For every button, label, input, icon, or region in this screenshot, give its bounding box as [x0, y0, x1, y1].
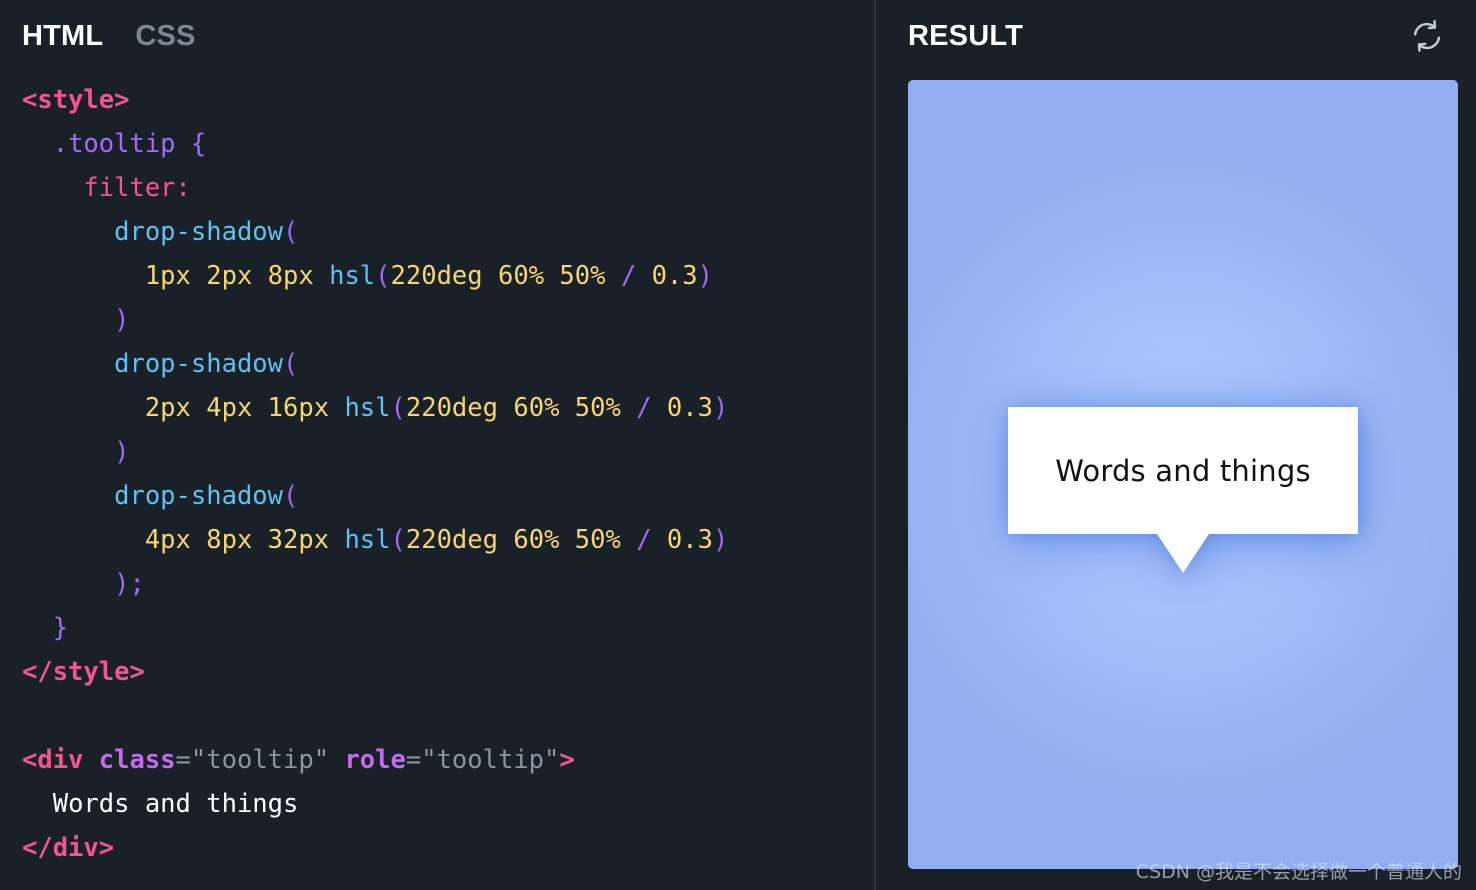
token-slash-3: /	[636, 525, 652, 555]
token-style-close-tag: </style>	[22, 657, 145, 687]
token-semicolon: ;	[129, 569, 145, 599]
refresh-button[interactable]	[1408, 17, 1446, 55]
token-slash-2: /	[636, 393, 652, 423]
token-hsl-2: hsl	[344, 393, 391, 423]
token-hsl-paren-close-2: )	[712, 393, 729, 423]
token-shadow3-saturation: 60%	[513, 525, 560, 555]
token-fn-drop-shadow-2: drop-shadow	[114, 349, 284, 379]
token-fn-drop-shadow-3: drop-shadow	[114, 481, 284, 511]
token-paren-close-1: )	[114, 305, 130, 335]
token-fn-drop-shadow-1: drop-shadow	[114, 217, 284, 247]
token-property-filter: filter:	[83, 173, 191, 203]
token-hsl-paren-open-3: (	[390, 525, 406, 555]
token-div-close-tag: </div>	[22, 833, 115, 863]
token-paren-close-2: )	[114, 437, 130, 467]
result-pane: RESULT Words and things CSDN @我是不会选择做一个普…	[876, 0, 1476, 890]
token-paren-open-1: (	[283, 217, 299, 247]
tooltip: Words and things	[1008, 407, 1358, 573]
token-hsl-paren-open-1: (	[375, 261, 391, 291]
tab-css[interactable]: CSS	[135, 21, 195, 51]
refresh-icon	[1410, 19, 1444, 53]
token-shadow2-offset-x: 2px	[144, 393, 191, 423]
token-selector: .tooltip	[52, 129, 176, 159]
token-paren-open-3: (	[283, 481, 299, 511]
token-equals-class: =	[175, 745, 191, 775]
token-hsl-3: hsl	[344, 525, 391, 555]
result-title: RESULT	[908, 19, 1024, 52]
token-shadow1-blur: 8px	[267, 261, 314, 291]
token-brace-close: }	[52, 613, 69, 643]
token-attr-class: class	[98, 745, 176, 775]
token-value-class: "tooltip"	[190, 745, 330, 775]
playground-app: HTML CSS <style> .tooltip { filter: drop…	[0, 0, 1476, 890]
code-editor-area[interactable]: <style> .tooltip { filter: drop-shadow( …	[0, 72, 876, 890]
token-paren-open-2: (	[283, 349, 299, 379]
token-shadow1-saturation: 60%	[498, 261, 545, 291]
code-block[interactable]: <style> .tooltip { filter: drop-shadow( …	[22, 78, 876, 870]
tooltip-tail-triangle	[1157, 534, 1209, 573]
token-paren-close-3: )	[114, 569, 130, 599]
tab-html[interactable]: HTML	[22, 21, 103, 51]
token-shadow3-hue: 220deg	[405, 525, 498, 555]
token-hsl-paren-close-3: )	[712, 525, 729, 555]
token-shadow1-alpha: 0.3	[651, 261, 698, 291]
token-shadow2-hue: 220deg	[405, 393, 498, 423]
token-shadow3-offset-x: 4px	[144, 525, 191, 555]
token-shadow3-offset-y: 8px	[206, 525, 253, 555]
token-div-open-start: <div	[22, 745, 84, 775]
token-shadow1-lightness: 50%	[559, 261, 606, 291]
token-equals-role: =	[405, 745, 422, 775]
token-shadow2-offset-y: 4px	[206, 393, 253, 423]
token-shadow1-hue: 220deg	[390, 261, 483, 291]
tooltip-label: Words and things	[1055, 453, 1311, 488]
token-style-open-tag: <style>	[22, 85, 130, 115]
token-hsl-paren-open-2: (	[390, 393, 406, 423]
token-hsl-paren-close-1: )	[697, 261, 713, 291]
result-header: RESULT	[876, 0, 1476, 72]
token-shadow2-blur: 16px	[267, 393, 330, 423]
token-shadow1-offset-x: 1px	[144, 261, 191, 291]
token-shadow3-blur: 32px	[267, 525, 330, 555]
editor-pane: HTML CSS <style> .tooltip { filter: drop…	[0, 0, 876, 890]
token-shadow3-lightness: 50%	[574, 525, 621, 555]
result-preview-canvas: Words and things	[908, 80, 1458, 869]
token-brace-open: {	[190, 129, 207, 159]
token-value-role: "tooltip"	[421, 745, 560, 775]
token-shadow2-alpha: 0.3	[666, 393, 713, 423]
token-attr-role: role	[344, 745, 406, 775]
token-slash-1: /	[620, 261, 637, 291]
token-inner-text: Words and things	[52, 789, 299, 819]
token-shadow2-lightness: 50%	[574, 393, 621, 423]
token-div-open-end: >	[559, 745, 575, 775]
token-shadow3-alpha: 0.3	[666, 525, 713, 555]
token-shadow2-saturation: 60%	[513, 393, 560, 423]
token-hsl-1: hsl	[329, 261, 376, 291]
token-shadow1-offset-y: 2px	[206, 261, 253, 291]
tooltip-box: Words and things	[1008, 407, 1358, 534]
editor-tab-bar: HTML CSS	[0, 0, 876, 72]
